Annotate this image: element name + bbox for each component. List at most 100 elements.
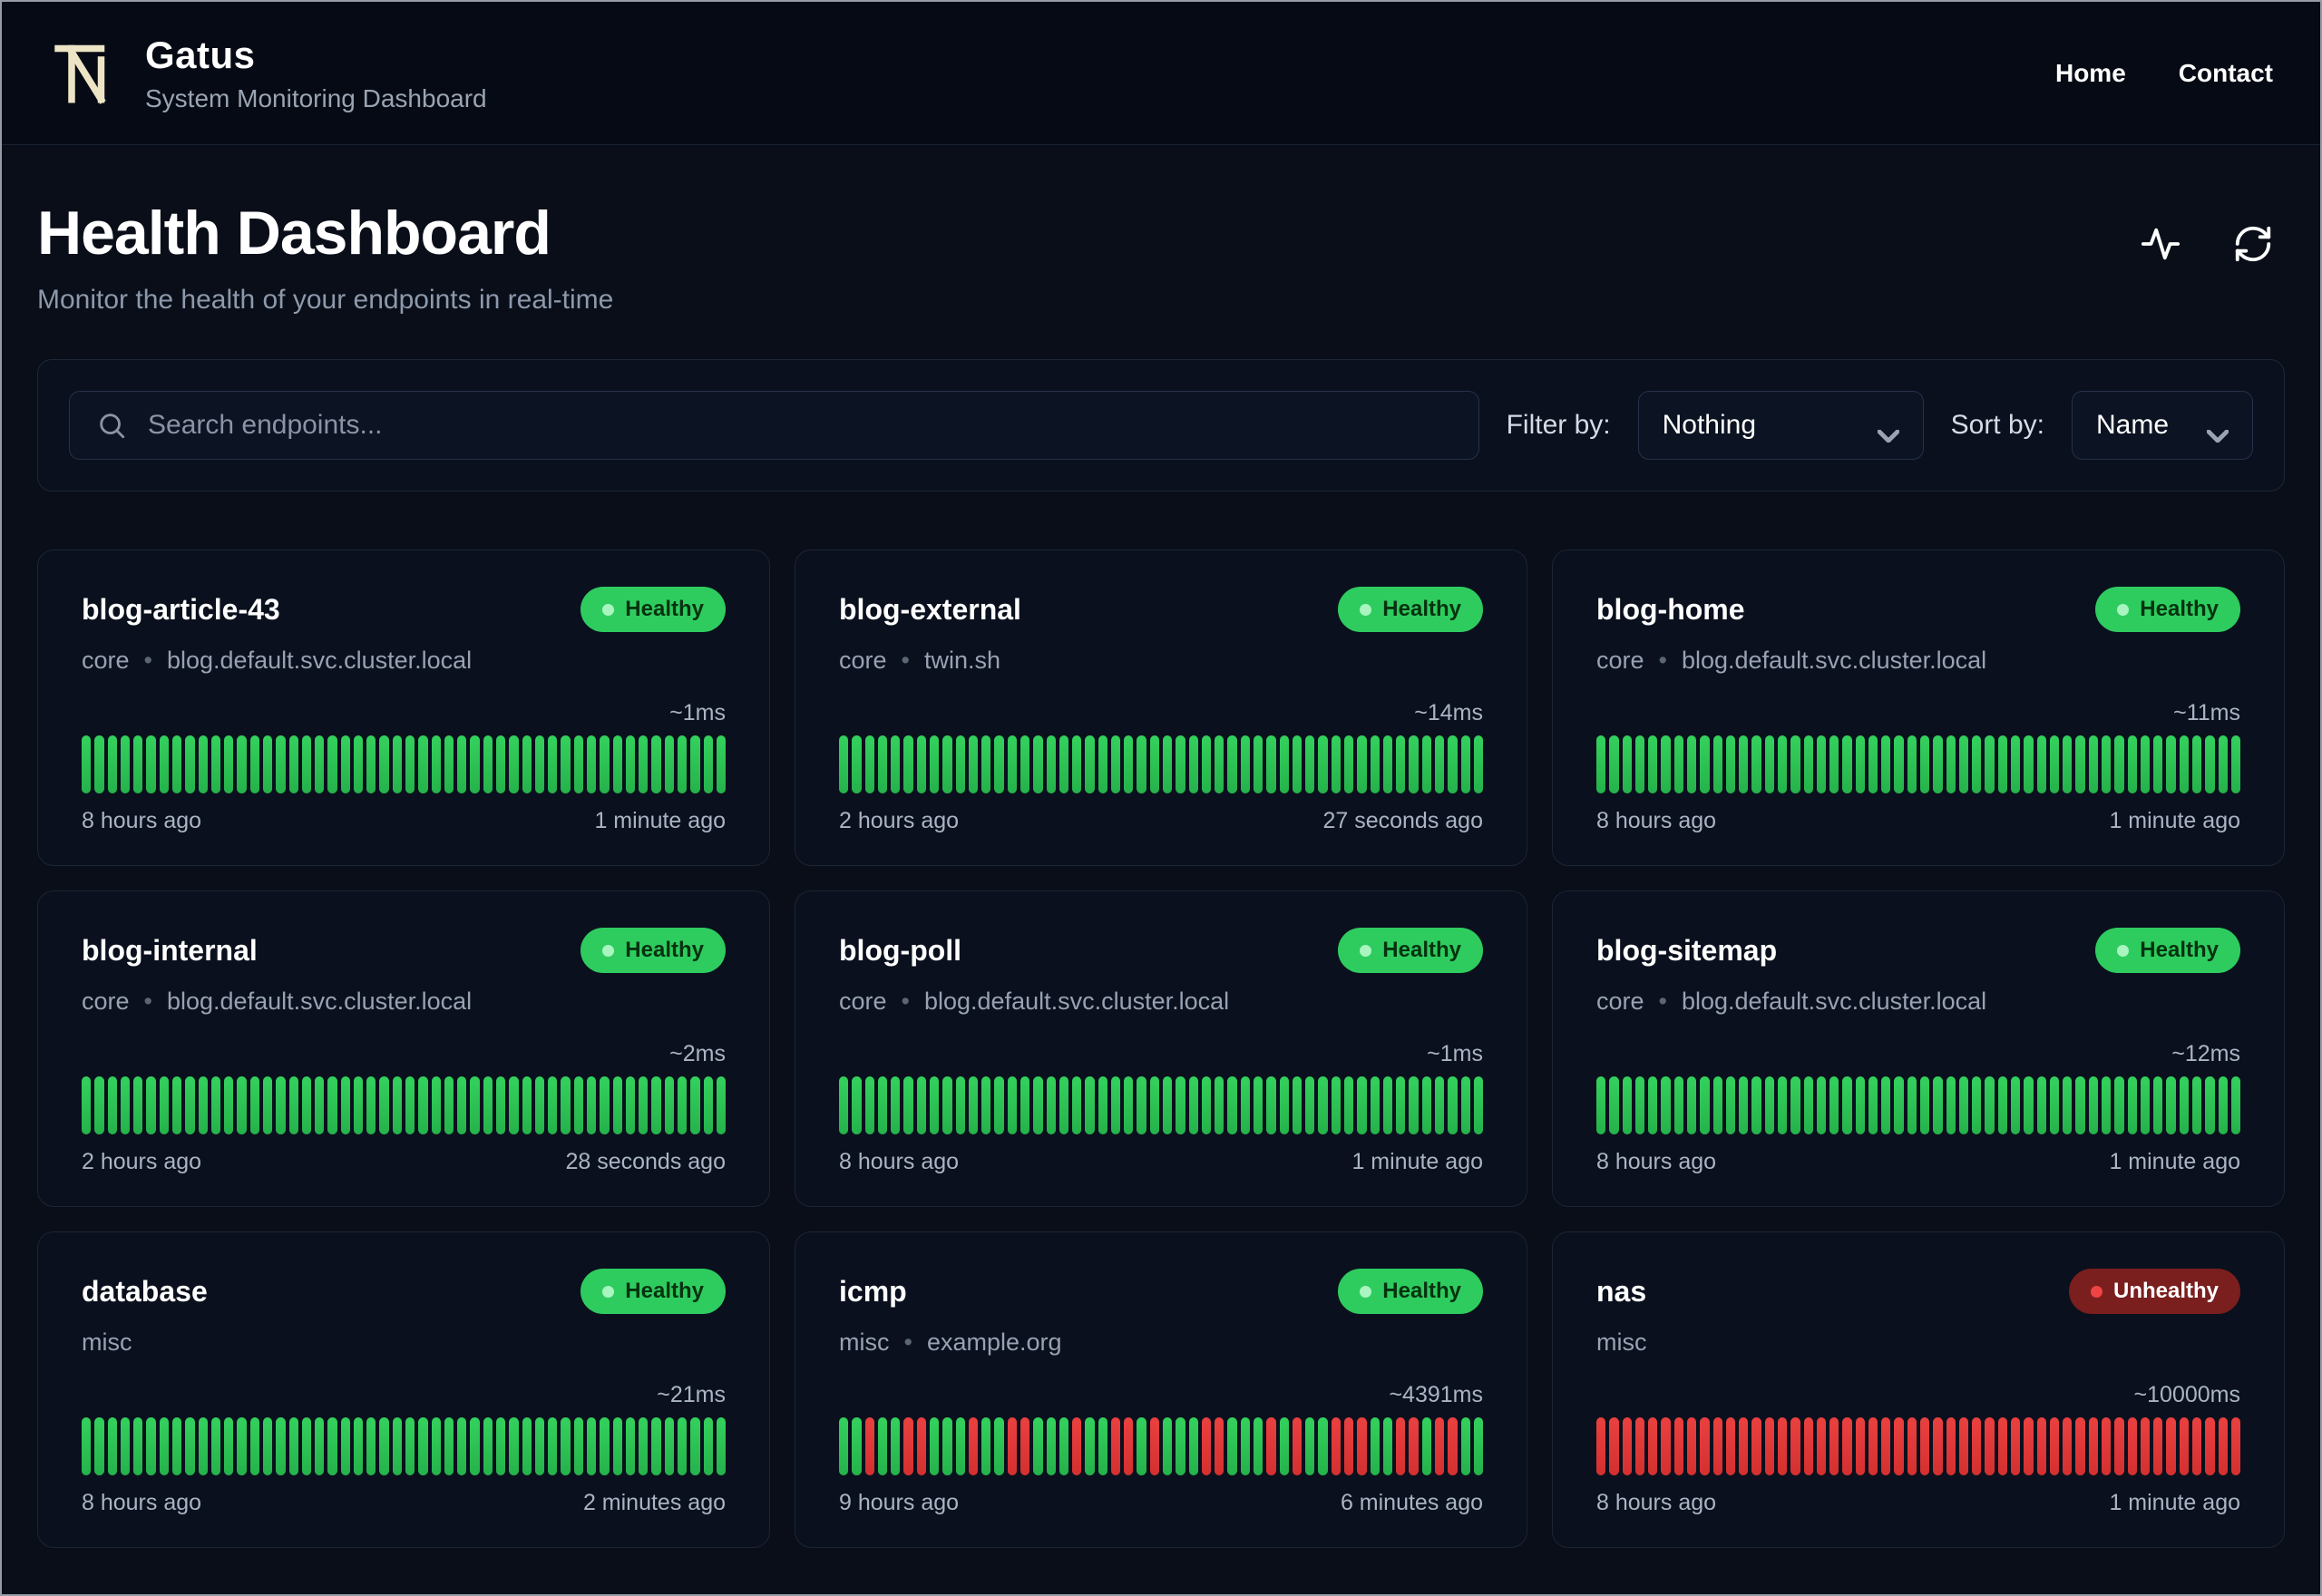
status-badge: Healthy xyxy=(1338,587,1483,632)
endpoint-card[interactable]: blog-external Healthy core • twin.sh ~14… xyxy=(795,550,1527,866)
uptime-bar xyxy=(1396,1417,1406,1475)
uptime-bar xyxy=(1997,1417,2007,1475)
search-icon xyxy=(100,414,125,439)
uptime-bar xyxy=(586,735,597,793)
uptime-bar xyxy=(133,1417,143,1475)
uptime-bar xyxy=(431,1076,441,1134)
uptime-bar xyxy=(107,1417,117,1475)
uptime-bar xyxy=(133,735,143,793)
uptime-bar xyxy=(522,1076,532,1134)
uptime-bar xyxy=(2153,1417,2163,1475)
uptime-bar xyxy=(509,735,519,793)
uptime-bar xyxy=(2191,1076,2202,1134)
endpoint-name: blog-external xyxy=(839,592,1021,626)
uptime-bar xyxy=(301,735,312,793)
uptime-bar xyxy=(1020,1417,1030,1475)
uptime-bar xyxy=(1972,1076,1982,1134)
uptime-bar xyxy=(2114,735,2124,793)
uptime-bar xyxy=(1110,1417,1121,1475)
endpoint-card[interactable]: database Healthy misc ~21ms 8 hours ago … xyxy=(37,1231,770,1548)
uptime-bar xyxy=(1176,1076,1185,1134)
uptime-bar xyxy=(690,1076,700,1134)
uptime-bar xyxy=(1020,735,1030,793)
uptime-bar xyxy=(1176,1417,1185,1475)
uptime-bar xyxy=(146,1076,156,1134)
uptime-bar xyxy=(1907,1076,1917,1134)
uptime-bar xyxy=(1343,1076,1354,1134)
tn-monogram-logo[interactable] xyxy=(49,37,122,110)
uptime-bar xyxy=(1085,1417,1095,1475)
uptime-bar xyxy=(1933,1417,1943,1475)
endpoint-group: core xyxy=(82,647,130,674)
uptime-bar xyxy=(2114,1417,2124,1475)
endpoint-card[interactable]: blog-internal Healthy core • blog.defaul… xyxy=(37,890,770,1207)
endpoint-latency: ~4391ms xyxy=(1389,1382,1483,1407)
time-range: 8 hours ago 1 minute ago xyxy=(1596,1490,2240,1516)
status-label: Healthy xyxy=(625,597,704,621)
uptime-bar xyxy=(1357,1076,1367,1134)
endpoint-card[interactable]: nas Unhealthy misc ~10000ms 8 hours ago … xyxy=(1552,1231,2285,1548)
uptime-bar xyxy=(1700,1417,1710,1475)
status-badge: Healthy xyxy=(580,1269,726,1314)
uptime-bar xyxy=(651,735,661,793)
uptime-bar xyxy=(470,1417,480,1475)
uptime-bar xyxy=(1725,1076,1736,1134)
uptime-bar xyxy=(548,735,558,793)
activity-icon[interactable] xyxy=(2140,223,2181,265)
uptime-bar xyxy=(2049,1076,2060,1134)
uptime-bar xyxy=(276,1076,286,1134)
endpoint-name: blog-internal xyxy=(82,933,258,967)
status-label: Healthy xyxy=(1382,938,1461,962)
uptime-bar xyxy=(639,735,649,793)
uptime-bar xyxy=(1331,1417,1341,1475)
endpoint-latency: ~11ms xyxy=(2173,700,2240,725)
uptime-bar xyxy=(82,735,92,793)
endpoint-card[interactable]: icmp Healthy misc • example.org ~4391ms … xyxy=(795,1231,1527,1548)
uptime-bar xyxy=(185,1076,195,1134)
endpoint-latency: ~10000ms xyxy=(2133,1382,2240,1407)
refresh-icon[interactable] xyxy=(2232,223,2274,265)
uptime-bar xyxy=(1007,1417,1017,1475)
uptime-bars xyxy=(1596,1417,2241,1475)
endpoint-card[interactable]: blog-article-43 Healthy core • blog.defa… xyxy=(37,550,770,866)
uptime-bar xyxy=(327,1076,337,1134)
endpoint-card[interactable]: blog-sitemap Healthy core • blog.default… xyxy=(1552,890,2285,1207)
uptime-bar xyxy=(94,1417,104,1475)
page-title: Health Dashboard xyxy=(37,199,551,268)
endpoint-latency: ~1ms xyxy=(669,700,726,725)
uptime-bar xyxy=(864,735,874,793)
uptime-bar xyxy=(981,1076,991,1134)
uptime-bar xyxy=(379,735,389,793)
uptime-bar xyxy=(2127,735,2137,793)
uptime-bar xyxy=(509,1417,519,1475)
endpoint-grid: blog-article-43 Healthy core • blog.defa… xyxy=(37,550,2285,1548)
uptime-bar xyxy=(522,735,532,793)
nav-link-contact[interactable]: Contact xyxy=(2179,59,2273,88)
uptime-bar xyxy=(2075,735,2085,793)
uptime-bar xyxy=(1634,1076,1645,1134)
uptime-bar xyxy=(2218,1076,2228,1134)
uptime-bar xyxy=(1227,735,1237,793)
uptime-bar xyxy=(1946,735,1956,793)
endpoint-name: blog-poll xyxy=(839,933,962,967)
uptime-bars xyxy=(1596,1076,2241,1134)
uptime-bar xyxy=(1098,735,1107,793)
uptime-bar xyxy=(1473,735,1484,793)
uptime-bar xyxy=(612,735,622,793)
uptime-bar xyxy=(1331,1076,1341,1134)
sort-select[interactable]: Name xyxy=(2072,391,2253,460)
uptime-bar xyxy=(2230,1417,2241,1475)
endpoint-meta: core • blog.default.svc.cluster.local xyxy=(1596,988,2240,1016)
filter-select[interactable]: Nothing xyxy=(1637,391,1924,460)
endpoint-card[interactable]: blog-home Healthy core • blog.default.sv… xyxy=(1552,550,2285,866)
uptime-bar xyxy=(1357,1417,1367,1475)
endpoint-card[interactable]: blog-poll Healthy core • blog.default.sv… xyxy=(795,890,1527,1207)
uptime-bar xyxy=(1725,735,1736,793)
uptime-bar xyxy=(1596,1417,1606,1475)
uptime-bar xyxy=(839,1076,849,1134)
search-input[interactable] xyxy=(69,391,1479,460)
nav-link-home[interactable]: Home xyxy=(2055,59,2126,88)
uptime-bar xyxy=(1985,1076,1995,1134)
uptime-bar xyxy=(651,1417,661,1475)
uptime-bar xyxy=(1739,735,1749,793)
